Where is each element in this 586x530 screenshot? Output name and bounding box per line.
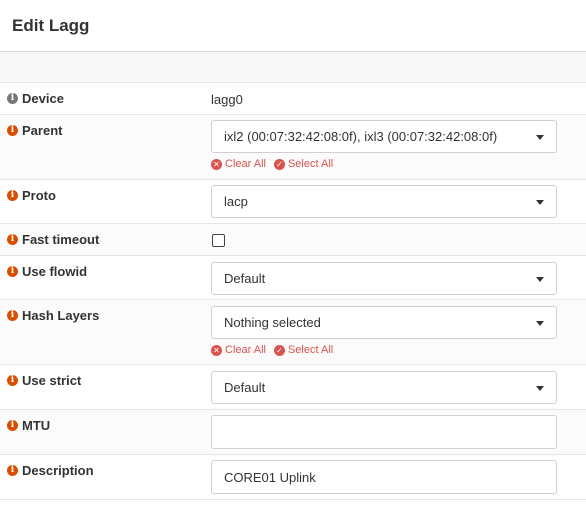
caret-down-icon xyxy=(536,200,544,205)
caret-down-icon xyxy=(536,277,544,282)
device-value: lagg0 xyxy=(211,92,243,107)
use-flowid-select[interactable]: Default xyxy=(211,262,557,295)
label-use-flowid: i Use flowid xyxy=(7,264,87,279)
hash-layers-select[interactable]: Nothing selected xyxy=(211,306,557,339)
times-circle-icon: ✕ xyxy=(211,158,222,170)
label-mtu: i MTU xyxy=(7,418,50,433)
row-use-strict: i Use strict Default xyxy=(0,365,586,410)
caret-down-icon xyxy=(536,386,544,391)
info-icon[interactable]: i xyxy=(7,465,18,476)
hash-layers-select-all-link[interactable]: ✓ Select All xyxy=(273,344,333,356)
row-parent: i Parent ixl2 (00:07:32:42:08:0f), ixl3 … xyxy=(0,115,586,180)
check-circle-icon: ✓ xyxy=(273,158,285,170)
use-strict-select[interactable]: Default xyxy=(211,371,557,404)
parent-select[interactable]: ixl2 (00:07:32:42:08:0f), ixl3 (00:07:32… xyxy=(211,120,557,153)
description-input[interactable] xyxy=(211,460,557,494)
proto-select[interactable]: lacp xyxy=(211,185,557,218)
info-icon[interactable]: i xyxy=(7,125,18,136)
label-fast-timeout: i Fast timeout xyxy=(7,232,99,247)
info-icon[interactable]: i xyxy=(7,375,18,386)
page-header: Edit Lagg xyxy=(0,0,586,52)
label-parent: i Parent xyxy=(7,123,62,138)
label-description: i Description xyxy=(7,463,94,478)
row-mtu: i MTU xyxy=(0,410,586,455)
row-use-flowid: i Use flowid Default xyxy=(0,256,586,300)
row-description: i Description xyxy=(0,455,586,500)
info-icon[interactable]: i xyxy=(7,266,18,277)
label-device: i Device xyxy=(7,91,64,106)
parent-select-all-link[interactable]: ✓ Select All xyxy=(273,158,333,170)
row-proto: i Proto lacp xyxy=(0,180,586,224)
row-device: i Device lagg0 xyxy=(0,83,586,115)
row-hash-layers: i Hash Layers Nothing selected ✕ Clear A… xyxy=(0,300,586,365)
mtu-input[interactable] xyxy=(211,415,557,449)
label-hash-layers: i Hash Layers xyxy=(7,308,99,323)
info-icon[interactable]: i xyxy=(7,190,18,201)
fast-timeout-checkbox[interactable] xyxy=(212,234,225,247)
form-spacer xyxy=(0,52,586,83)
page-title: Edit Lagg xyxy=(12,15,90,35)
info-icon[interactable]: i xyxy=(7,310,18,321)
caret-down-icon xyxy=(536,135,544,140)
info-icon[interactable]: i xyxy=(7,420,18,431)
lagg-form: i Device lagg0 i Parent ixl2 (00:07:32:4… xyxy=(0,52,586,500)
times-circle-icon: ✕ xyxy=(211,344,222,356)
label-proto: i Proto xyxy=(7,188,56,203)
label-use-strict: i Use strict xyxy=(7,373,81,388)
hash-layers-clear-all-link[interactable]: ✕ Clear All xyxy=(211,344,266,356)
info-icon[interactable]: i xyxy=(7,234,18,245)
hash-layers-actions: ✕ Clear All ✓ Select All xyxy=(211,344,341,356)
row-fast-timeout: i Fast timeout xyxy=(0,224,586,256)
info-icon[interactable]: i xyxy=(7,93,18,104)
check-circle-icon: ✓ xyxy=(273,344,285,356)
parent-clear-all-link[interactable]: ✕ Clear All xyxy=(211,158,266,170)
parent-actions: ✕ Clear All ✓ Select All xyxy=(211,158,341,170)
caret-down-icon xyxy=(536,321,544,326)
